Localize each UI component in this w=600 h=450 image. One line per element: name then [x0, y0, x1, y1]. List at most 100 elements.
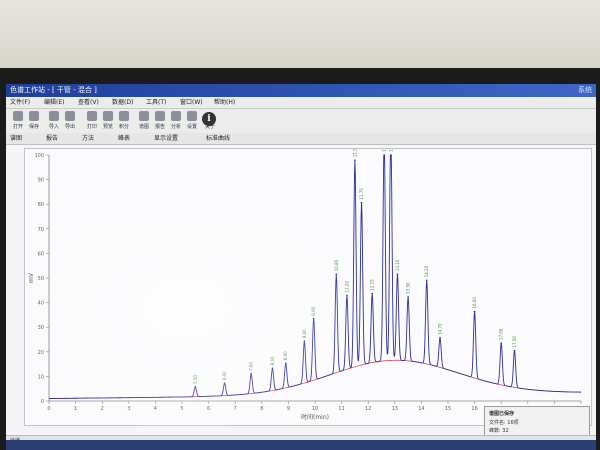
menu-tools[interactable]: 工具(T): [146, 97, 166, 108]
menu-view[interactable]: 查看(V): [78, 97, 99, 108]
analyze-icon: [171, 111, 181, 121]
view-tabs: 谱图 报告 方法 峰表 显示设置 标准曲线: [6, 133, 596, 145]
peak-point: [354, 159, 356, 161]
peak-retention-label: 11.50: [352, 149, 357, 157]
peak-point: [284, 362, 287, 365]
menu-data[interactable]: 数据(D): [112, 97, 133, 108]
y-tick-label: 80: [38, 202, 44, 208]
y-tick-label: 40: [38, 301, 44, 307]
popup-line-1: 文件名: 16项: [489, 420, 519, 426]
peak-retention-label: 12.85: [388, 149, 393, 152]
x-tick-label: 4: [154, 406, 157, 412]
chromatogram-plot[interactable]: 0 10 20 30 40 50 60 70 80 90 100 0 1 2 3 4 5 6 7 8 9 10 11 12 13…: [24, 148, 592, 426]
peak-retention-label: 8.90: [283, 351, 288, 360]
peak-point: [335, 273, 338, 276]
tab-method[interactable]: 方法: [82, 133, 94, 144]
peak-retention-label: 17.00: [499, 328, 504, 340]
y-tick-label: 0: [41, 399, 44, 405]
x-tick-label: 14: [418, 406, 424, 412]
tab-peak-table[interactable]: 峰表: [118, 133, 130, 144]
menu-edit[interactable]: 编辑(E): [44, 97, 64, 108]
tab-calibration-curve[interactable]: 标准曲线: [206, 133, 230, 144]
x-tick-label: 16: [471, 406, 477, 412]
menu-file[interactable]: 文件(F): [10, 97, 30, 108]
peak-retention-label: 14.20: [424, 265, 429, 277]
peak-retention-label: 11.20: [344, 281, 349, 293]
notification-popup[interactable]: 谱图已保存 文件名: 16项 峰数: 32: [484, 406, 590, 438]
peak-retention-label: 6.60: [222, 371, 227, 380]
peak-point: [271, 367, 274, 370]
window-titlebar: 色谱工作站 - [ 干管 - 混合 ] 系统: [6, 84, 596, 97]
toolbar-about-label: 关于: [204, 124, 215, 130]
window-title-right: 系统: [578, 86, 592, 94]
y-tick-label: 60: [38, 251, 44, 257]
peak-retention-label: 14.70: [438, 323, 443, 335]
x-tick-label: 0: [47, 406, 50, 412]
x-tick-label: 6: [207, 406, 210, 412]
peak-point: [383, 154, 385, 156]
popup-header: 谱图已保存: [489, 411, 515, 417]
export-icon: [65, 111, 75, 121]
peak-retention-label: 16.00: [472, 297, 477, 309]
peak-retention-label: 10.80: [334, 259, 339, 271]
toolbar-export-label: 导出: [64, 124, 75, 130]
peak-retention-label: 7.60: [249, 361, 254, 370]
x-tick-label: 10: [312, 406, 318, 412]
y-tick-label: 70: [38, 227, 44, 233]
menu-help[interactable]: 帮助(H): [214, 97, 235, 108]
peak-point: [360, 201, 363, 204]
peak-point: [396, 273, 399, 275]
chromatogram-icon: [139, 111, 149, 121]
peak-point: [425, 279, 428, 282]
y-tick-label: 100: [34, 153, 44, 159]
x-tick-label: 12: [365, 406, 371, 412]
y-tick-label: 10: [38, 374, 44, 380]
peak-point: [439, 337, 441, 339]
toolbar-integrate-label: 积分: [118, 124, 129, 130]
peak-point: [346, 294, 348, 297]
folder-icon: [13, 111, 23, 121]
x-tick-label: 2: [101, 406, 104, 412]
toolbar-settings-label: 设置: [186, 124, 197, 130]
chromatogram-trace: [49, 153, 582, 399]
peak-point: [390, 154, 392, 156]
x-tick-label: 9: [287, 406, 290, 412]
toolbar-save-label: 保存: [28, 124, 39, 130]
toolbar-save-button[interactable]: 保存: [26, 111, 42, 131]
y-tick-label: 30: [38, 325, 44, 331]
peak-point: [407, 296, 409, 298]
toolbar-integrate-button[interactable]: 积分: [116, 111, 132, 131]
peak-point: [312, 317, 315, 320]
baseline-line: [49, 359, 582, 399]
x-tick-label: 13: [392, 406, 398, 412]
peak-point: [250, 373, 252, 375]
toolbar: 打开 保存 导入 导出 打印 预览 积分 谱图 报告 分析 设置 i 关于: [6, 108, 596, 134]
tab-report[interactable]: 报告: [46, 133, 58, 144]
x-tick-label: 5: [180, 406, 183, 412]
tab-display-settings[interactable]: 显示设置: [154, 133, 178, 144]
menu-window[interactable]: 窗口(W): [180, 97, 203, 108]
chromatogram-svg: 01020304050607080901000 1 2 3 4 5 6 7 8 9 10 11 12 13…: [28, 149, 584, 421]
peak-retention-label: 13.50: [406, 282, 411, 294]
peak-point: [513, 349, 516, 352]
peak-retention-label: 8.40: [270, 356, 275, 365]
peak-point: [473, 310, 476, 313]
x-tick-label: 8: [260, 406, 263, 412]
print-icon: [87, 111, 97, 121]
peak-retention-label: 12.60: [382, 149, 387, 152]
peak-retention-label: 17.50: [512, 336, 517, 348]
tab-chromatogram[interactable]: 谱图: [10, 133, 22, 144]
preview-icon: [103, 111, 113, 121]
toolbar-about-button[interactable]: 关于: [202, 111, 218, 131]
x-tick-label: 3: [127, 406, 130, 412]
peak-retention-label: 13.10: [395, 259, 400, 271]
y-tick-label: 50: [38, 276, 44, 282]
y-axis-label: mV: [28, 272, 35, 283]
toolbar-settings-button[interactable]: 设置: [184, 111, 200, 131]
monitor-screen: 色谱工作站 - [ 干管 - 混合 ] 系统 文件(F) 编辑(E) 查看(V)…: [6, 84, 596, 446]
peak-point: [371, 292, 373, 295]
toolbar-export-button[interactable]: 导出: [62, 111, 78, 131]
save-icon: [29, 111, 39, 121]
peak-retention-label: 5.50: [193, 374, 198, 383]
x-tick-label: 11: [338, 406, 344, 412]
